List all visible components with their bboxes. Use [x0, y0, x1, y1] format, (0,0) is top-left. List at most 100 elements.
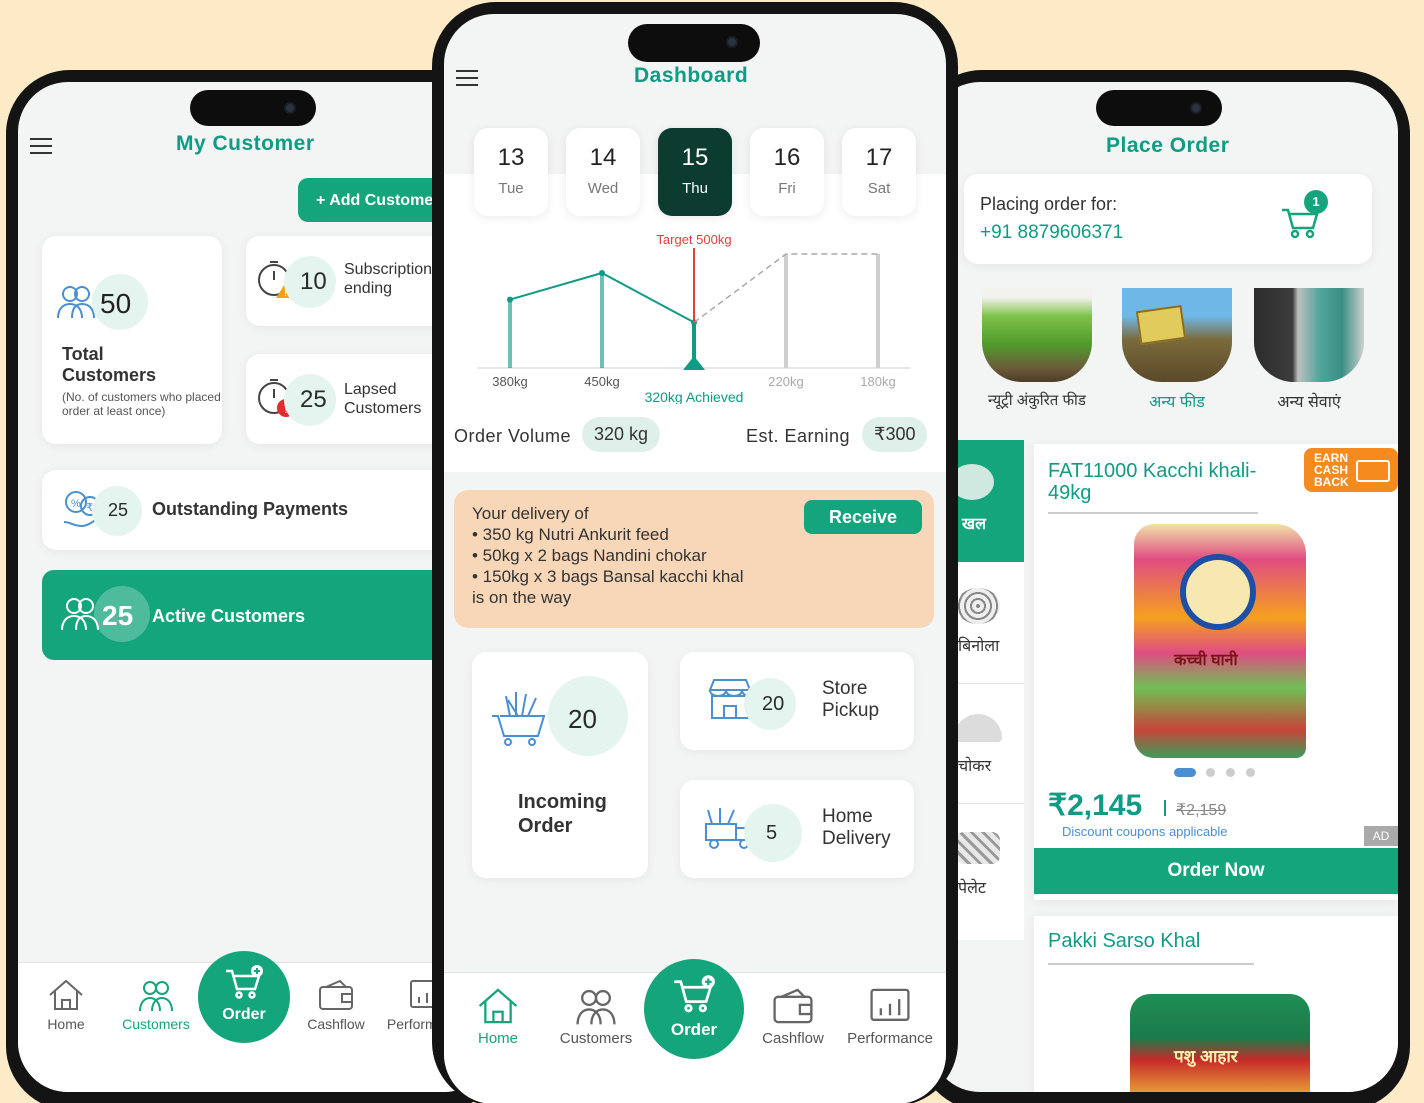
grass-cart-icon — [492, 692, 546, 746]
incoming-order-card[interactable]: 20 Incoming Order — [472, 652, 648, 878]
chart-data-label: 180kg — [860, 374, 895, 389]
page-title: Dashboard — [634, 64, 749, 87]
home-icon — [49, 979, 83, 1010]
wallet-icon — [773, 988, 813, 1024]
notch — [628, 24, 760, 62]
cash-icon — [1356, 460, 1390, 482]
date-day: 13 — [497, 144, 525, 171]
notch — [190, 90, 316, 126]
nav-customers[interactable]: Customers — [554, 985, 638, 1047]
ad-badge: AD — [1364, 826, 1398, 846]
cart-icon — [226, 965, 263, 999]
menu-icon[interactable] — [30, 138, 52, 154]
date-13[interactable]: 13 Tue — [474, 128, 548, 216]
side-category-label: बिनोला — [958, 638, 1000, 655]
category-label: न्यूट्री अंकुरित फीड — [988, 392, 1086, 409]
product-name[interactable]: Pakki Sarso Khal — [1048, 930, 1254, 965]
nav-home[interactable]: Home — [38, 977, 94, 1032]
est-earning-value: ₹300 — [862, 417, 928, 452]
order-button[interactable]: Order — [198, 951, 290, 1043]
page-title: Place Order — [1106, 134, 1230, 157]
chart-achieved-marker — [683, 356, 705, 370]
date-14[interactable]: 14 Wed — [566, 128, 640, 216]
wallet-icon — [319, 979, 353, 1010]
bran-icon — [954, 714, 1002, 742]
nav-performance[interactable]: Performance — [842, 985, 938, 1047]
nav-home[interactable]: Home — [466, 985, 530, 1047]
services-image — [1254, 288, 1364, 382]
dot-active — [1174, 768, 1196, 777]
date-day: 14 — [589, 144, 617, 171]
cart-button[interactable]: 1 — [1280, 190, 1330, 248]
center-screen: Dashboard 13 Tue 14 Wed 15 Thu 16 Fri 17 Sat … — [444, 14, 946, 1103]
order-now-button[interactable]: Order Now — [1034, 848, 1398, 894]
category-other-feed[interactable]: अन्य फीड — [1122, 288, 1232, 418]
date-weekday: Thu — [682, 180, 708, 197]
date-weekday: Tue — [498, 180, 524, 197]
date-day: 16 — [773, 144, 801, 171]
delivery-end: is on the way — [472, 588, 572, 607]
est-earning-label: Est. Earning — [746, 426, 851, 446]
dot — [1226, 768, 1235, 777]
delivery-item: • 350 kg Nutri Ankurit feed — [472, 525, 669, 544]
bottom-nav: Home Customers Order Cashflow Performanc… — [18, 951, 494, 1092]
total-note: (No. of customers who placed order at le… — [62, 390, 221, 418]
category-sprouts[interactable]: न्यूट्री अंकुरित फीड — [982, 288, 1092, 418]
date-weekday: Wed — [587, 180, 619, 197]
chart-achieved-label: 320kg Achieved — [645, 389, 744, 404]
performance-icon — [870, 988, 910, 1021]
date-16[interactable]: 16 Fri — [750, 128, 824, 216]
nav-label: Home — [47, 1016, 85, 1032]
nav-cashflow[interactable]: Cashflow — [304, 977, 368, 1032]
date-day: 17 — [865, 144, 893, 171]
cart-icon — [674, 975, 715, 1013]
dot — [1246, 768, 1255, 777]
delivery-intro: Your delivery of — [472, 504, 589, 523]
delivery-item: • 150kg x 3 bags Bansal kacchi khal — [472, 567, 744, 586]
customers-icon — [139, 981, 173, 1012]
active-count: 25 — [102, 600, 134, 631]
category-label: अन्य सेवाएं — [1277, 394, 1341, 411]
category-services[interactable]: अन्य सेवाएं — [1254, 288, 1364, 418]
order-label: Order — [670, 1020, 718, 1039]
customers-icon — [576, 989, 616, 1025]
nav-customers[interactable]: Customers — [118, 977, 194, 1032]
chart-data-label: 450kg — [584, 374, 619, 389]
product-card-2: Pakki Sarso Khal पशु आहार — [1034, 916, 1398, 1092]
store-pickup-card[interactable]: 20 Store Pickup — [680, 652, 914, 750]
order-button[interactable]: Order — [644, 959, 744, 1059]
placing-label: Placing order for: — [980, 194, 1118, 214]
date-15[interactable]: 15 Thu — [658, 128, 732, 216]
product-card: FAT11000 Kacchi khali-49kg EARN CASH BAC… — [1034, 444, 1398, 900]
side-category-label: चोकर — [958, 758, 992, 775]
old-price: ₹2,159 — [1176, 802, 1227, 819]
chart-point — [599, 270, 605, 276]
total-count: 50 — [100, 288, 132, 319]
total-label: Total Customers — [62, 344, 157, 385]
nav-cashflow[interactable]: Cashflow — [756, 985, 830, 1047]
product-image: पशु आहार — [1130, 994, 1310, 1092]
carousel-dots[interactable] — [1174, 768, 1284, 778]
product-image: कच्ची घानी — [1134, 524, 1306, 758]
right-phone: Place Order Placing order for: +91 88796… — [918, 70, 1410, 1103]
right-screen: Place Order Placing order for: +91 88796… — [930, 82, 1398, 1092]
subscription-label: Subscription ending — [344, 261, 433, 297]
product-name[interactable]: FAT11000 Kacchi khali-49kg — [1048, 460, 1258, 514]
active-customers-card[interactable]: 25 Active Customers — [42, 570, 494, 660]
home-delivery-card[interactable]: 5 Home Delivery — [680, 780, 914, 878]
receive-button[interactable]: Receive — [804, 500, 922, 534]
outstanding-card[interactable]: % ₹ 25 Outstanding Payments — [42, 470, 494, 550]
incoming-count: 20 — [568, 704, 597, 734]
discount-text: Discount coupons applicable — [1062, 824, 1228, 839]
home-icon — [478, 988, 518, 1024]
store-count: 20 — [762, 693, 785, 715]
date-weekday: Fri — [778, 180, 796, 197]
cashback-badge: EARN CASH BACK — [1304, 448, 1398, 492]
nav-label: Customers — [122, 1016, 190, 1032]
menu-icon[interactable] — [456, 70, 478, 86]
total-customers-card[interactable]: 50 Total Customers (No. of customers who… — [42, 236, 222, 444]
pellet-icon — [956, 832, 1000, 864]
date-17[interactable]: 17 Sat — [842, 128, 916, 216]
product-price: ₹2,145 — [1048, 789, 1143, 822]
bottom-nav: Home Customers Order Cashflow Performanc… — [444, 959, 946, 1103]
